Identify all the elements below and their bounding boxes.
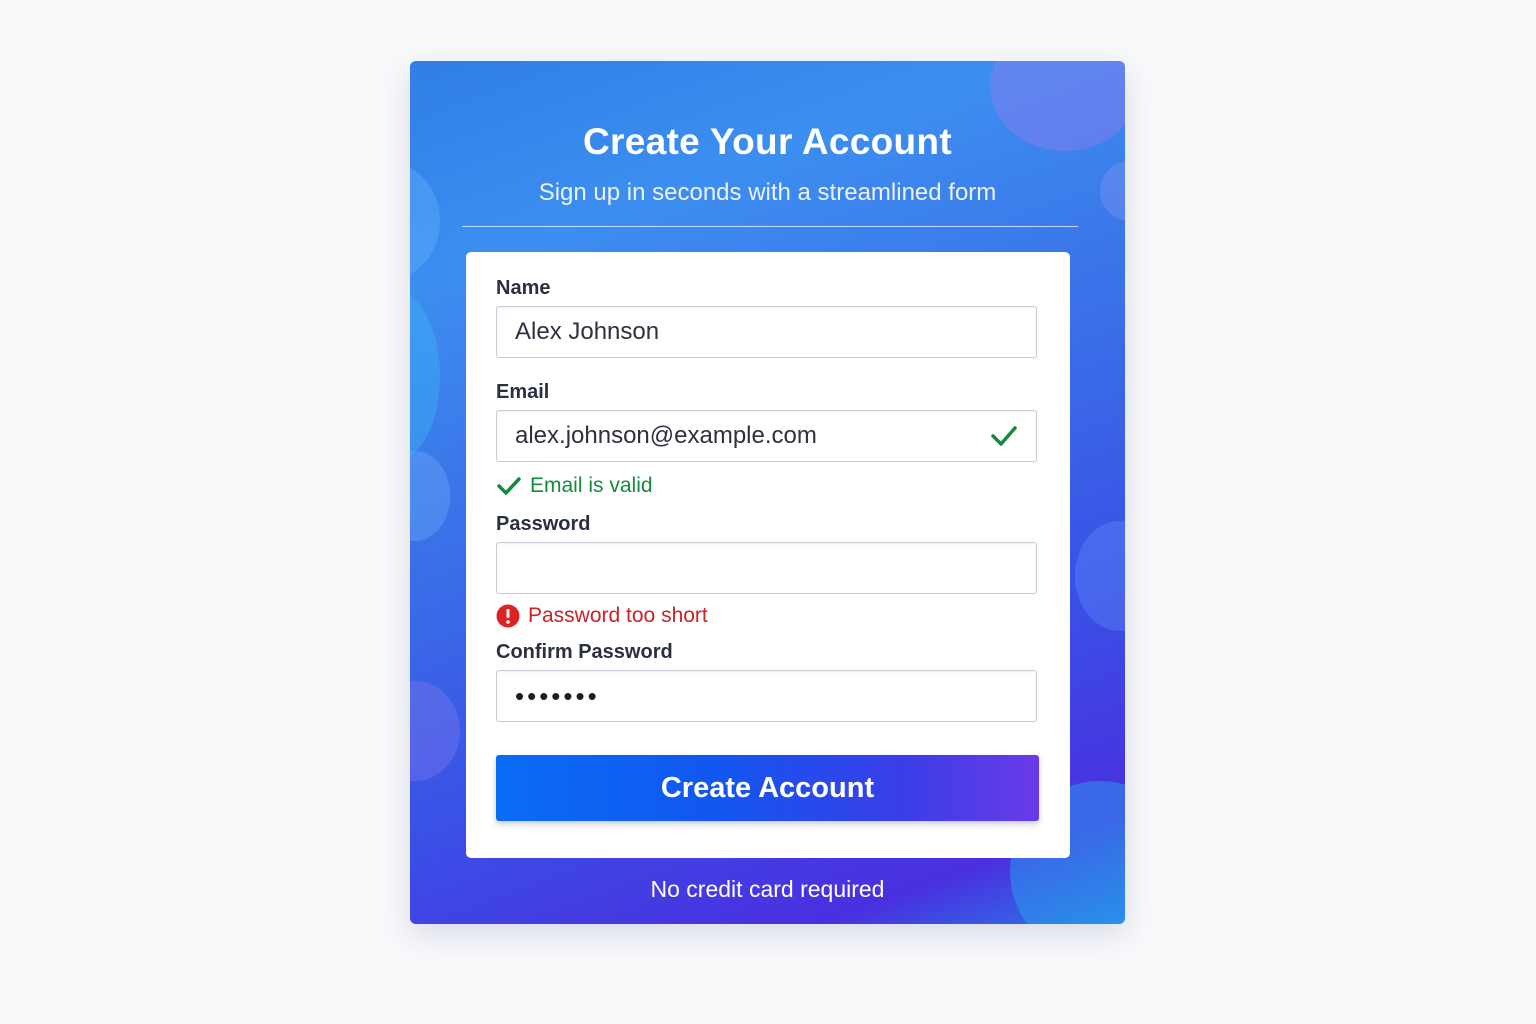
- error-icon: [496, 604, 520, 628]
- confirm-password-label: Confirm Password: [496, 641, 673, 663]
- email-label: Email: [496, 381, 550, 403]
- name-value: Alex Johnson: [515, 318, 660, 345]
- email-field[interactable]: alex.johnson@example.com: [496, 410, 1037, 462]
- confirm-password-field[interactable]: •••••••: [496, 670, 1037, 722]
- password-validation-message: Password too short: [496, 604, 708, 628]
- create-account-button[interactable]: Create Account: [496, 755, 1039, 821]
- email-validation-message: Email is valid: [496, 474, 653, 498]
- checkmark-icon: [990, 424, 1018, 448]
- decorative-bubble: [1075, 521, 1125, 631]
- password-label: Password: [496, 513, 591, 535]
- email-value: alex.johnson@example.com: [515, 422, 817, 449]
- decorative-bubble: [410, 681, 460, 781]
- signup-card: Create Your Account Sign up in seconds w…: [410, 61, 1125, 924]
- header-divider: [462, 226, 1078, 227]
- email-validation-text: Email is valid: [530, 474, 653, 497]
- decorative-bubble: [410, 451, 450, 541]
- checkmark-icon: [496, 475, 522, 497]
- footer-note: No credit card required: [650, 876, 885, 902]
- page-title: Create Your Account: [583, 121, 952, 162]
- password-validation-text: Password too short: [528, 604, 708, 627]
- signup-form: Name Alex Johnson Email alex.johnson@exa…: [466, 252, 1070, 858]
- decorative-bubble: [410, 291, 440, 461]
- name-label: Name: [496, 277, 551, 299]
- page-subtitle: Sign up in seconds with a streamlined fo…: [538, 179, 997, 206]
- password-field[interactable]: [496, 542, 1037, 594]
- name-field[interactable]: Alex Johnson: [496, 306, 1037, 358]
- confirm-password-value: •••••••: [515, 680, 600, 711]
